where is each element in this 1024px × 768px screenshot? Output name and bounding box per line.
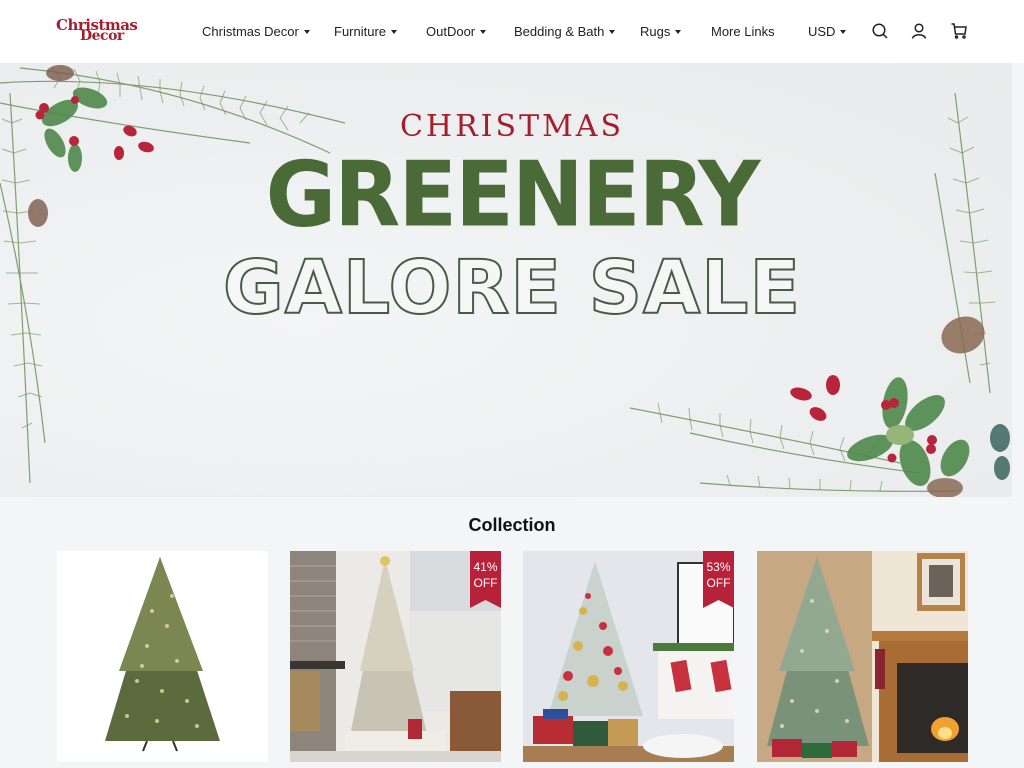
- site-header: Christmas Decor Christmas Decor Furnitur…: [0, 0, 1024, 63]
- discount-off: OFF: [706, 576, 731, 590]
- nav-label: OutDoor: [426, 24, 476, 39]
- product-image: [757, 551, 968, 762]
- site-logo[interactable]: Christmas Decor: [56, 18, 138, 46]
- product-card[interactable]: 53% OFF: [523, 551, 734, 762]
- nav-label: Christmas Decor: [202, 24, 299, 39]
- currency-selector[interactable]: USD: [808, 24, 847, 39]
- nav-bedding-bath[interactable]: Bedding & Bath: [514, 24, 616, 39]
- banner-title: GREENERY: [265, 142, 761, 248]
- banner-edge: [1012, 63, 1024, 497]
- nav-label: Bedding & Bath: [514, 24, 605, 39]
- caret-down-icon: [303, 30, 310, 34]
- product-card[interactable]: 41% OFF: [290, 551, 501, 762]
- nav-furniture[interactable]: Furniture: [334, 24, 398, 39]
- nav-label: More Links: [711, 24, 775, 39]
- discount-badge: 53% OFF: [703, 551, 734, 608]
- nav-christmas-decor[interactable]: Christmas Decor: [202, 24, 310, 39]
- search-icon[interactable]: [871, 22, 889, 40]
- product-card[interactable]: [757, 551, 968, 762]
- currency-label: USD: [808, 24, 836, 39]
- product-image: [523, 551, 734, 762]
- caret-down-icon: [480, 30, 487, 34]
- discount-percent: 41%: [473, 560, 498, 574]
- cart-icon[interactable]: [950, 22, 968, 40]
- banner-subtitle: CHRISTMAS: [399, 109, 625, 144]
- nav-outdoor[interactable]: OutDoor: [426, 24, 487, 39]
- hero-banner[interactable]: CHRISTMAS GREENERY GALORE SALE: [0, 63, 1012, 497]
- nav-rugs[interactable]: Rugs: [640, 24, 682, 39]
- nav-more-links[interactable]: More Links: [711, 24, 775, 39]
- nav-label: Furniture: [334, 24, 387, 39]
- logo-text-line2: Decor: [80, 28, 124, 44]
- nav-label: Rugs: [640, 24, 671, 39]
- discount-percent: 53%: [706, 560, 731, 574]
- discount-badge: 41% OFF: [470, 551, 501, 608]
- product-image: [57, 551, 268, 762]
- product-card[interactable]: [57, 551, 268, 762]
- product-image: [290, 551, 501, 762]
- collection-title: Collection: [468, 515, 556, 535]
- caret-down-icon: [840, 30, 847, 34]
- caret-down-icon: [609, 30, 616, 34]
- account-icon[interactable]: [910, 22, 928, 40]
- discount-off: OFF: [473, 576, 498, 590]
- caret-down-icon: [391, 30, 398, 34]
- caret-down-icon: [675, 30, 682, 34]
- banner-sale-text: GALORE SALE: [222, 244, 801, 332]
